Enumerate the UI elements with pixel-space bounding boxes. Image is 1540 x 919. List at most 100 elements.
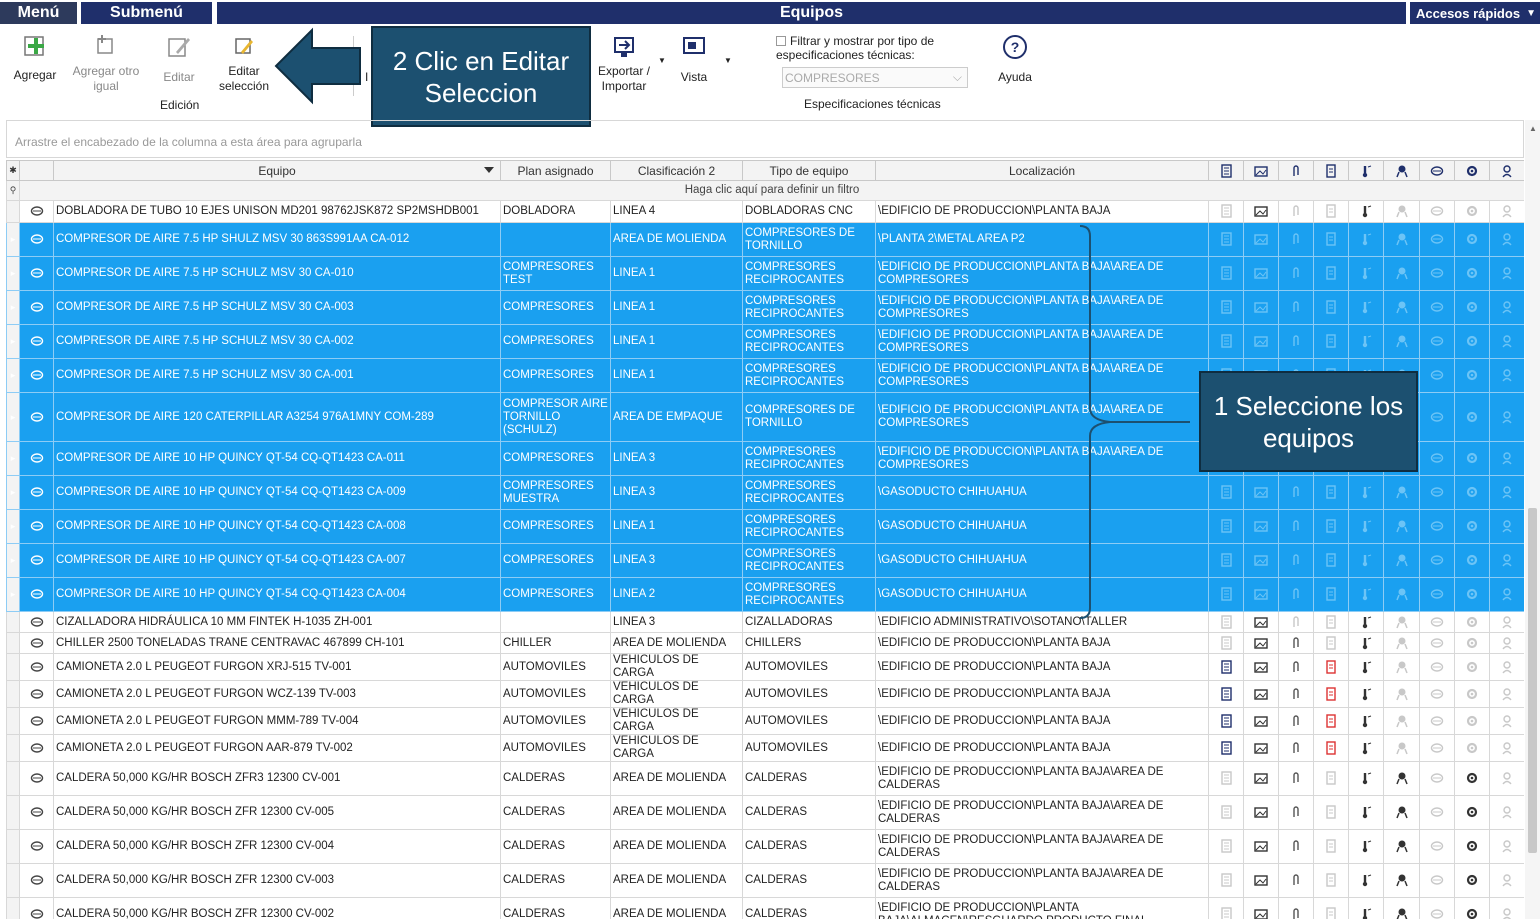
row-pin-icon[interactable] xyxy=(1489,509,1524,544)
cell-plan[interactable]: CALDERAS xyxy=(500,897,611,919)
row-dev-icon[interactable] xyxy=(1313,863,1349,898)
cell-plan[interactable] xyxy=(500,222,611,257)
scroll-up-icon[interactable]: ▲ xyxy=(1529,124,1537,133)
row-clip-icon[interactable] xyxy=(1278,707,1314,735)
row-plan-icon[interactable] xyxy=(1419,680,1455,708)
row-doc-icon[interactable] xyxy=(1208,611,1244,633)
row-doc-icon[interactable] xyxy=(1208,761,1244,796)
cell-clasificacion[interactable]: LINEA 1 xyxy=(610,324,743,359)
row-clip-icon[interactable] xyxy=(1278,795,1314,830)
menu-tab[interactable]: Menú xyxy=(0,2,77,24)
row-clip-icon[interactable] xyxy=(1278,897,1314,919)
export-dropdown-icon[interactable]: ▼ xyxy=(658,56,666,65)
cell-plan[interactable]: CALDERAS xyxy=(500,863,611,898)
cell-plan[interactable]: COMPRESORES xyxy=(500,290,611,325)
cell-tipo[interactable]: COMPRESORES RECIPROCANTES xyxy=(742,290,876,325)
cell-tipo[interactable]: CALDERAS xyxy=(742,795,876,830)
row-dev-icon[interactable] xyxy=(1313,829,1349,864)
cell-equipo[interactable]: COMPRESOR DE AIRE 7.5 HP SCHULZ MSV 30 C… xyxy=(53,324,501,359)
row-doc-icon[interactable] xyxy=(1208,324,1244,359)
cell-tipo[interactable]: AUTOMOVILES xyxy=(742,653,876,681)
column-header-location-icon[interactable] xyxy=(1489,160,1524,181)
row-clip-icon[interactable] xyxy=(1278,680,1314,708)
row-plan-icon[interactable] xyxy=(1419,653,1455,681)
cell-tipo[interactable]: COMPRESORES RECIPROCANTES xyxy=(742,324,876,359)
table-row[interactable]: ▸ COMPRESOR DE AIRE 7.5 HP SCHULZ MSV 30 … xyxy=(6,324,1524,359)
cell-plan[interactable]: AUTOMOVILES xyxy=(500,680,611,708)
row-plan-icon[interactable] xyxy=(1419,441,1455,476)
cell-plan[interactable]: AUTOMOVILES xyxy=(500,707,611,735)
cell-plan[interactable]: COMPRESORES xyxy=(500,441,611,476)
cell-localizacion[interactable]: \EDIFICIO DE PRODUCCION\PLANTA BAJA\AREA… xyxy=(875,795,1209,830)
table-row[interactable]: CAMIONETA 2.0 L PEUGEOT FURGON MMM-789 T… xyxy=(6,707,1524,735)
row-indicator[interactable] xyxy=(6,707,20,735)
row-indicator[interactable]: ▸ xyxy=(6,577,20,612)
table-row[interactable]: CALDERA 50,000 KG/HR BOSCH ZFR3 12300 CV… xyxy=(6,761,1524,796)
row-doc-icon[interactable] xyxy=(1208,290,1244,325)
cell-clasificacion[interactable]: VEHICULOS DE CARGA xyxy=(610,653,743,681)
row-plan-icon[interactable] xyxy=(1419,509,1455,544)
column-header-plan-icon[interactable] xyxy=(1419,160,1455,181)
row-clip-icon[interactable] xyxy=(1278,222,1314,257)
row-therm-icon[interactable] xyxy=(1348,632,1384,654)
row-gear-icon[interactable] xyxy=(1454,897,1490,919)
row-gear-icon[interactable] xyxy=(1454,441,1490,476)
row-gear-icon[interactable] xyxy=(1454,543,1490,578)
cell-clasificacion[interactable]: LINEA 1 xyxy=(610,256,743,291)
row-clip-icon[interactable] xyxy=(1278,734,1314,762)
filter-hint[interactable]: Haga clic aquí para definir un filtro xyxy=(19,180,1524,201)
cell-tipo[interactable]: COMPRESORES RECIPROCANTES xyxy=(742,577,876,612)
table-row[interactable]: CIZALLADORA HIDRÁULICA 10 MM FINTEK H-10… xyxy=(6,611,1524,633)
row-therm-icon[interactable] xyxy=(1348,290,1384,325)
row-doc-icon[interactable] xyxy=(1208,222,1244,257)
row-award-icon[interactable] xyxy=(1383,290,1420,325)
column-header-settings-icon[interactable] xyxy=(1454,160,1490,181)
row-therm-icon[interactable] xyxy=(1348,222,1384,257)
row-pin-icon[interactable] xyxy=(1489,324,1524,359)
row-clip-icon[interactable] xyxy=(1278,543,1314,578)
row-pin-icon[interactable] xyxy=(1489,680,1524,708)
add-same-button[interactable]: Agregar otro igual xyxy=(66,34,146,94)
cell-localizacion[interactable]: \EDIFICIO DE PRODUCCION\PLANTA BAJA\AREA… xyxy=(875,324,1209,359)
cell-localizacion[interactable]: \EDIFICIO DE PRODUCCION\PLANTA BAJA\AREA… xyxy=(875,256,1209,291)
row-clip-icon[interactable] xyxy=(1278,324,1314,359)
row-indicator[interactable] xyxy=(6,863,20,898)
row-dev-icon[interactable] xyxy=(1313,734,1349,762)
table-row[interactable]: CALDERA 50,000 KG/HR BOSCH ZFR 12300 CV-… xyxy=(6,829,1524,864)
cell-equipo[interactable]: CALDERA 50,000 KG/HR BOSCH ZFR3 12300 CV… xyxy=(53,761,501,796)
row-plan-icon[interactable] xyxy=(1419,475,1455,510)
view-button[interactable]: Vista xyxy=(676,34,712,85)
row-award-icon[interactable] xyxy=(1383,543,1420,578)
column-header-attachment-icon[interactable] xyxy=(1278,160,1314,181)
row-gear-icon[interactable] xyxy=(1454,734,1490,762)
row-gear-icon[interactable] xyxy=(1454,475,1490,510)
cell-tipo[interactable]: COMPRESORES DE TORNILLO xyxy=(742,222,876,257)
cell-equipo[interactable]: COMPRESOR DE AIRE 10 HP QUINCY QT-54 CQ-… xyxy=(53,475,501,510)
row-pin-icon[interactable] xyxy=(1489,707,1524,735)
row-therm-icon[interactable] xyxy=(1348,707,1384,735)
row-doc-icon[interactable] xyxy=(1208,897,1244,919)
row-plan-icon[interactable] xyxy=(1419,324,1455,359)
row-therm-icon[interactable] xyxy=(1348,256,1384,291)
row-gear-icon[interactable] xyxy=(1454,707,1490,735)
table-row[interactable]: ▸ COMPRESOR DE AIRE 10 HP QUINCY QT-54 CQ… xyxy=(6,577,1524,612)
row-therm-icon[interactable] xyxy=(1348,611,1384,633)
row-therm-icon[interactable] xyxy=(1348,761,1384,796)
cell-plan[interactable] xyxy=(500,611,611,633)
cell-localizacion[interactable]: \EDIFICIO DE PRODUCCION\PLANTA BAJA\AREA… xyxy=(875,863,1209,898)
specs-filter-checkbox[interactable]: Filtrar y mostrar por tipo de especifica… xyxy=(776,34,976,62)
table-row[interactable]: ▸ COMPRESOR DE AIRE 10 HP QUINCY QT-54 CQ… xyxy=(6,509,1524,544)
sort-desc-icon[interactable] xyxy=(484,167,494,173)
cell-equipo[interactable]: COMPRESOR DE AIRE 7.5 HP SCHULZ MSV 30 C… xyxy=(53,256,501,291)
row-doc-icon[interactable] xyxy=(1208,256,1244,291)
row-gear-icon[interactable] xyxy=(1454,761,1490,796)
row-therm-icon[interactable] xyxy=(1348,653,1384,681)
row-therm-icon[interactable] xyxy=(1348,475,1384,510)
table-row[interactable]: CALDERA 50,000 KG/HR BOSCH ZFR 12300 CV-… xyxy=(6,795,1524,830)
row-plan-icon[interactable] xyxy=(1419,897,1455,919)
cell-tipo[interactable]: CALDERAS xyxy=(742,829,876,864)
row-pin-icon[interactable] xyxy=(1489,829,1524,864)
cell-localizacion[interactable]: \EDIFICIO DE PRODUCCION\PLANTA BAJA\AREA… xyxy=(875,441,1209,476)
column-header-tipo[interactable]: Tipo de equipo xyxy=(742,160,876,181)
cell-plan[interactable]: COMPRESORES MUESTRA xyxy=(500,475,611,510)
